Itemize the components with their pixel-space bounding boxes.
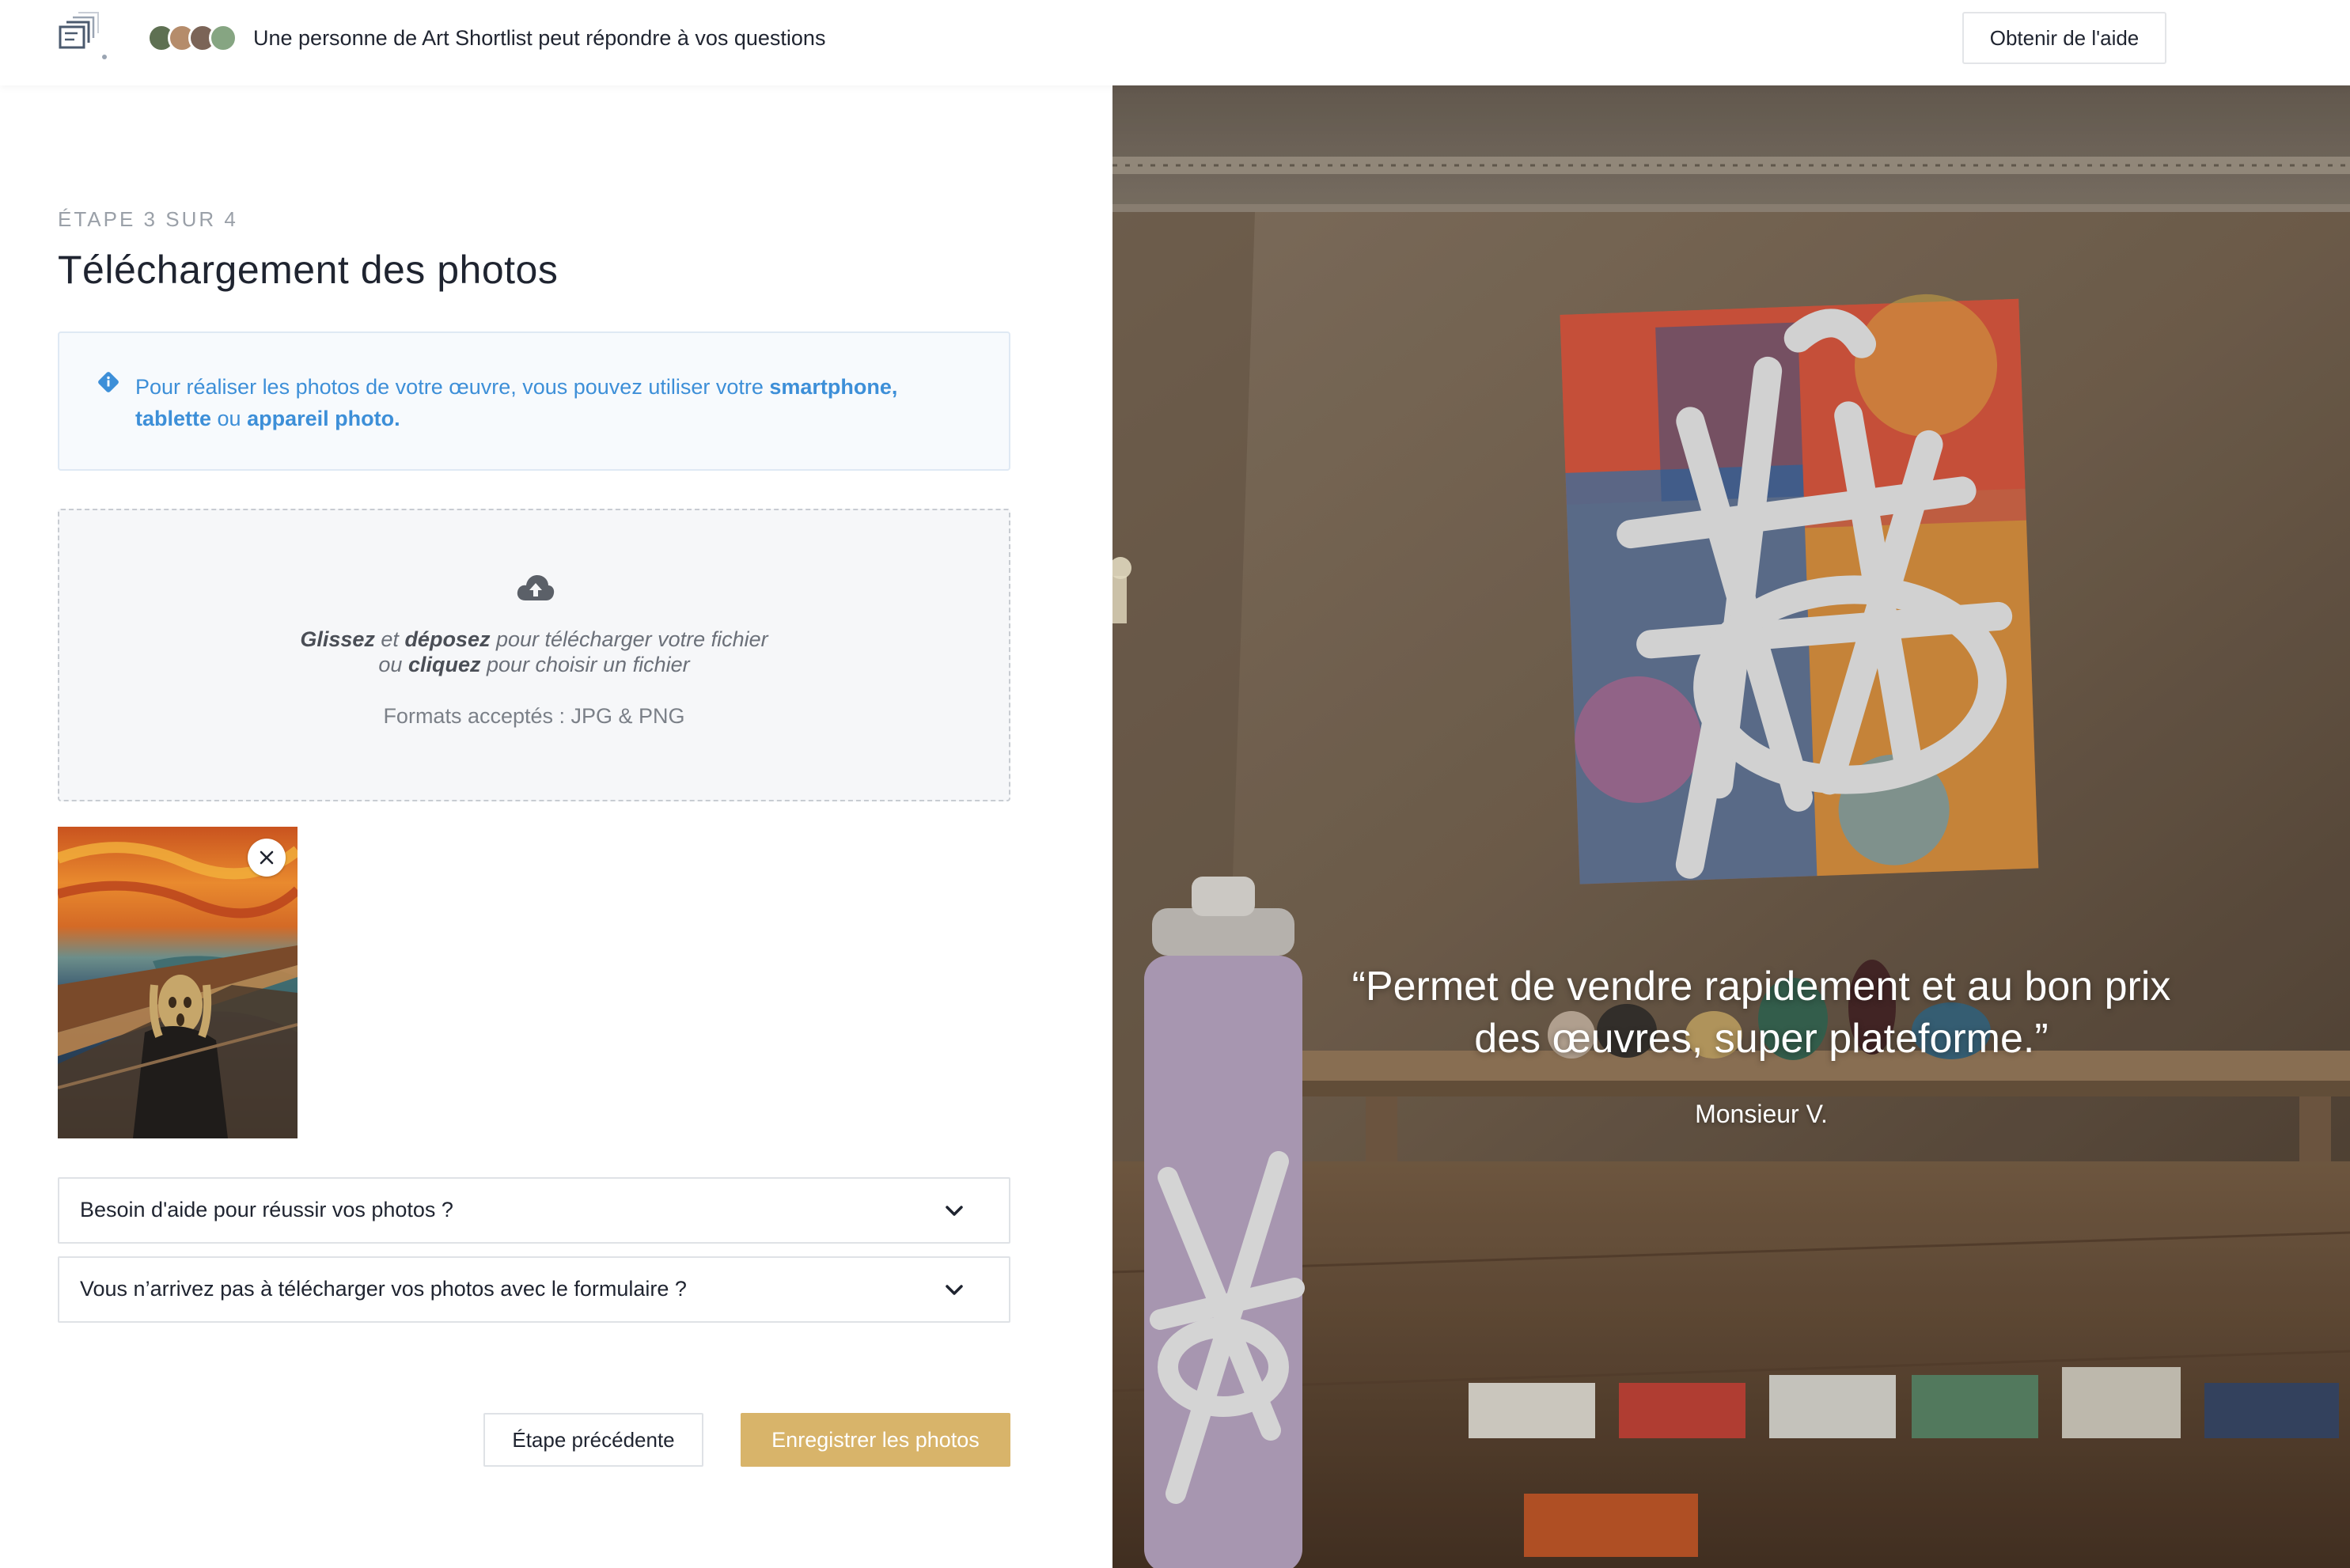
testimonial-photo-panel: “Permet de vendre rapidement et au bon p… xyxy=(1112,85,2350,1568)
info-bold-appareil: appareil photo. xyxy=(247,407,400,430)
info-text: Pour réaliser les photos de votre œuvre,… xyxy=(135,375,898,430)
accordion-upload-problem[interactable]: Vous n’arrivez pas à télécharger vos pho… xyxy=(58,1256,1010,1323)
logo-icon[interactable] xyxy=(57,9,109,62)
testimonial-quote: “Permet de vendre rapidement et au bon p… xyxy=(1351,964,2171,1062)
remove-photo-button[interactable] xyxy=(248,839,286,877)
interior-artwork-photo xyxy=(1112,85,2350,1568)
support-avatars xyxy=(147,24,241,52)
cloud-upload-icon xyxy=(517,575,555,600)
uploaded-photo-thumbnail[interactable] xyxy=(58,827,298,1138)
info-bold-smartphone: smartphone, xyxy=(769,375,898,399)
info-bold-tablette: tablette xyxy=(135,407,212,430)
chevron-down-icon xyxy=(946,1206,963,1216)
get-help-button[interactable]: Obtenir de l'aide xyxy=(1962,12,2166,64)
page-title: Téléchargement des photos xyxy=(58,248,559,292)
close-icon xyxy=(260,850,274,865)
top-bar: Une personne de Art Shortlist peut répon… xyxy=(0,0,2350,85)
info-callout: Pour réaliser les photos de votre œuvre,… xyxy=(58,331,1010,471)
support-text: Une personne de Art Shortlist peut répon… xyxy=(253,26,826,50)
dropzone-instruction-2: ou cliquez pour choisir un fichier xyxy=(378,653,690,676)
accordion-photo-help[interactable]: Besoin d'aide pour réussir vos photos ? xyxy=(58,1177,1010,1244)
testimonial-author: Monsieur V. xyxy=(1695,1100,1828,1128)
save-photos-button[interactable]: Enregistrer les photos xyxy=(741,1413,1010,1467)
info-diamond-icon xyxy=(98,372,119,392)
accepted-formats: Formats acceptés : JPG & PNG xyxy=(383,704,685,728)
dropzone-instruction-1: Glissez et déposez pour télécharger votr… xyxy=(300,627,768,651)
accordion-label: Besoin d'aide pour réussir vos photos ? xyxy=(80,1198,453,1221)
accordion-label: Vous n’arrivez pas à télécharger vos pho… xyxy=(80,1277,687,1301)
previous-step-button[interactable]: Étape précédente xyxy=(483,1413,703,1467)
photo-dropzone[interactable]: Glissez et déposez pour télécharger votr… xyxy=(58,509,1010,801)
avatar xyxy=(209,24,237,52)
chevron-down-icon xyxy=(946,1285,963,1295)
step-indicator: ÉTAPE 3 SUR 4 xyxy=(58,207,238,231)
